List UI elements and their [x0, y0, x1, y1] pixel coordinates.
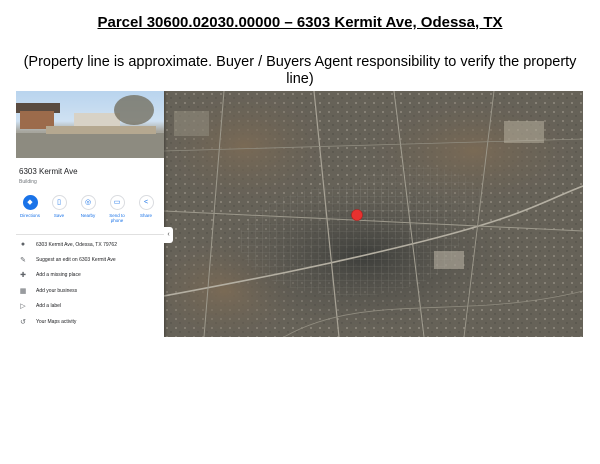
- send-to-phone-button[interactable]: ▭ Send to phone: [104, 195, 130, 223]
- share-button[interactable]: < Share: [133, 195, 159, 218]
- nearby-button[interactable]: ◎ Nearby: [75, 195, 101, 218]
- chevron-left-icon: ‹: [167, 231, 170, 238]
- suggest-edit-row[interactable]: ✎ Suggest an edit on 6303 Kermit Ave: [19, 255, 164, 267]
- place-name: 6303 Kermit Ave: [19, 167, 78, 176]
- action-bar: ◆ Directions ▯ Save ◎ Nearby ▭ Send to p…: [16, 195, 164, 229]
- directions-button[interactable]: ◆ Directions: [17, 195, 43, 218]
- address-row[interactable]: ● 6303 Kermit Ave, Odessa, TX 79762: [19, 240, 164, 252]
- save-button[interactable]: ▯ Save: [46, 195, 72, 218]
- add-business-row[interactable]: ▦ Add your business: [19, 286, 164, 298]
- property-marker[interactable]: [351, 209, 363, 221]
- page-title: Parcel 30600.02030.00000 – 6303 Kermit A…: [97, 14, 503, 31]
- location-pin-icon: ●: [20, 241, 26, 248]
- pencil-icon: ✎: [20, 257, 26, 264]
- place-panel: 6303 Kermit Ave Building ◆ Directions ▯ …: [16, 91, 164, 337]
- place-type: Building: [19, 179, 37, 185]
- storefront-icon: ▦: [19, 288, 27, 295]
- add-missing-place-row[interactable]: ✚ Add a missing place: [19, 270, 164, 282]
- satellite-map[interactable]: [164, 91, 583, 337]
- maps-activity-row[interactable]: ↺ Your Maps activity: [19, 317, 164, 329]
- history-icon: ↺: [20, 319, 26, 326]
- terrain-area: [504, 121, 544, 143]
- add-label-row[interactable]: ▷ Add a label: [19, 301, 164, 313]
- share-icon: <: [138, 195, 154, 210]
- terrain-area: [174, 111, 209, 136]
- maps-screenshot: 6303 Kermit Ave Building ◆ Directions ▯ …: [16, 91, 583, 337]
- phone-icon: ▭: [109, 195, 125, 210]
- terrain-area: [434, 251, 464, 269]
- bookmark-icon: ▯: [51, 195, 67, 210]
- street-view-photo[interactable]: [16, 91, 164, 158]
- label-icon: ▷: [20, 303, 26, 310]
- disclaimer-note: (Property line is approximate. Buyer / B…: [23, 54, 577, 87]
- divider: [16, 234, 164, 235]
- nearby-icon: ◎: [80, 195, 96, 210]
- directions-icon: ◆: [22, 195, 38, 210]
- collapse-panel-button[interactable]: ‹: [164, 227, 173, 243]
- add-place-icon: ✚: [20, 272, 26, 279]
